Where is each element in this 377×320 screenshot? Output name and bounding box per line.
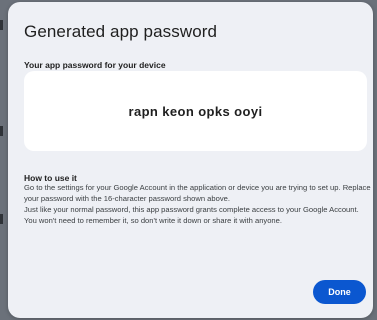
app-password-value[interactable]: rapn keon opks ooyi xyxy=(128,104,262,119)
password-display-box: rapn keon opks ooyi xyxy=(24,71,367,151)
dialog-subtitle: Your app password for your device xyxy=(24,60,166,70)
dialog-title: Generated app password xyxy=(24,22,218,41)
done-button[interactable]: Done xyxy=(313,280,366,304)
background-edge-mark xyxy=(0,126,3,136)
background-edge-mark xyxy=(0,20,3,30)
howto-paragraph: Go to the settings for your Google Accou… xyxy=(24,183,371,203)
howto-instructions: Go to the settings for your Google Accou… xyxy=(24,183,372,227)
screen: Generated app password Your app password… xyxy=(0,0,377,320)
background-edge-mark xyxy=(0,214,3,224)
howto-paragraph: Just like your normal password, this app… xyxy=(24,204,359,225)
howto-heading: How to use it xyxy=(24,173,77,183)
app-password-dialog: Generated app password Your app password… xyxy=(8,2,373,318)
